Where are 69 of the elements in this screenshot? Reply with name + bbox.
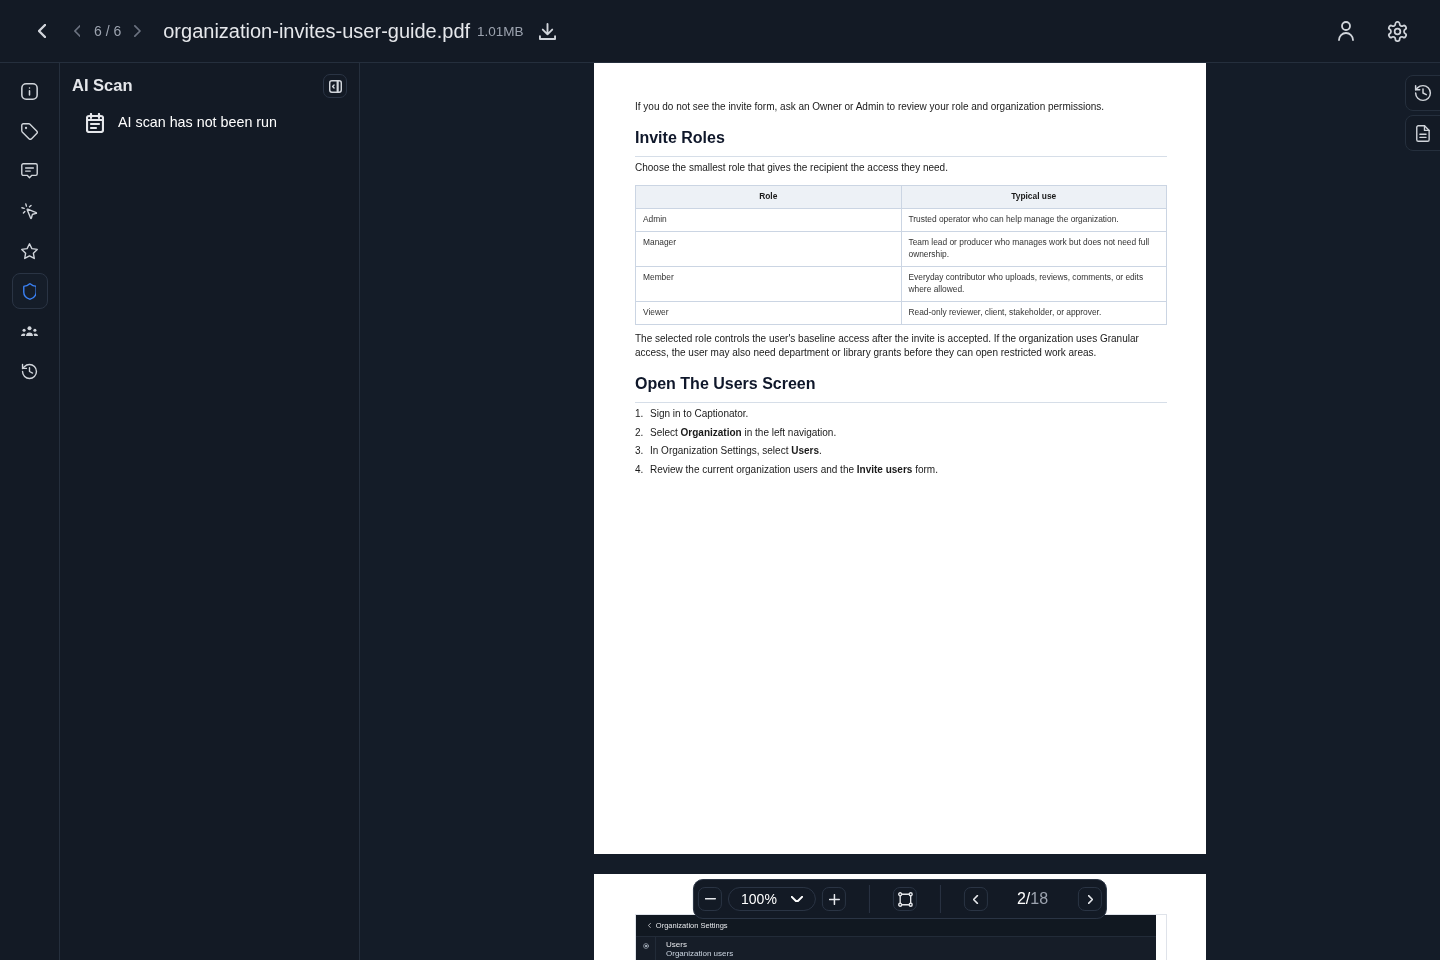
settings-button[interactable]: [1387, 20, 1408, 42]
list-number: 1.: [635, 407, 645, 421]
table-cell: Viewer: [635, 301, 901, 325]
table-cell: Read-only reviewer, client, stakeholder, or approver.: [901, 301, 1167, 325]
zoom-out-button[interactable]: [697, 887, 722, 911]
panel-title: AI Scan: [72, 76, 133, 96]
tag-icon: [21, 122, 38, 140]
previous-page-button[interactable]: [963, 887, 988, 911]
list-number: 4.: [635, 462, 645, 477]
history-icon: [1414, 84, 1432, 102]
list-item-text: Sign in to Captionator.: [650, 407, 749, 421]
scan-status: AI scan has not been run: [118, 113, 277, 132]
history-icon: [21, 362, 38, 380]
list-number: 2.: [635, 425, 645, 440]
list-item-text: In Organization Settings, select Users.: [650, 444, 822, 458]
ring-icon: [642, 943, 649, 949]
document-icon: [1416, 124, 1430, 142]
download-icon: [539, 22, 557, 40]
list-item-text: Select Organization in the left navigation.: [650, 425, 837, 440]
table-cell: Trusted operator who can help manage the organization.: [901, 208, 1167, 232]
chevron-left-icon: [648, 923, 651, 928]
chevron-right-icon: [1087, 894, 1093, 904]
file-name: organization-invites-user-guide.pdf: [163, 19, 471, 44]
next-page-button[interactable]: [1078, 887, 1103, 911]
info-icon: [21, 82, 38, 100]
zoom-level-dropdown[interactable]: 100%: [727, 887, 816, 911]
comment-icon: [21, 163, 38, 179]
table-cell: Manager: [635, 231, 901, 267]
chevron-left-icon: [973, 894, 979, 904]
table-cell: Member: [635, 266, 901, 302]
table-header-cell: Role: [635, 185, 901, 209]
account-button[interactable]: [1337, 21, 1355, 41]
chevron-left-icon: [73, 25, 81, 37]
settings-icon: [1387, 20, 1408, 42]
file-size: 1.01MB: [477, 23, 524, 42]
paragraph-text: Choose the smallest role that gives the recipient the access they need.: [635, 161, 949, 175]
shield-icon: [22, 282, 37, 300]
screenshot-subheading: Organization users: [666, 949, 734, 958]
table-cell: Admin: [635, 208, 901, 232]
table-cell: Team lead or producer who manages work but does not need full ownership.: [901, 231, 1167, 267]
zoom-in-button[interactable]: [821, 887, 846, 911]
minus-icon: [704, 898, 716, 900]
fit-page-button[interactable]: [892, 887, 917, 911]
list-item-text: Review the current organization users and the Invite users form.: [650, 462, 938, 477]
chevron-down-icon: [790, 895, 803, 903]
table-header-cell: Typical use: [901, 185, 1167, 209]
user-icon: [1337, 21, 1355, 41]
paragraph-text: If you do not see the invite form, ask an Owner or Admin to review your role and organization permissions.: [635, 100, 1106, 114]
page-indicator: 2/18: [1016, 889, 1049, 909]
panel-collapse-icon: [328, 79, 342, 93]
version-history-tab[interactable]: [1405, 75, 1440, 111]
chevron-left-icon: [38, 24, 46, 38]
notes-icon: [86, 112, 104, 133]
screenshot-heading: Users: [666, 940, 688, 949]
pointer-click-icon: [21, 202, 38, 220]
people-icon: [21, 325, 38, 337]
plus-icon: [828, 893, 840, 905]
collapse-panel-button[interactable]: [323, 74, 347, 98]
file-position: 6 / 6: [94, 21, 122, 41]
section-heading: Invite Roles: [635, 128, 725, 148]
chevron-right-icon: [133, 25, 141, 37]
list-number: 3.: [635, 444, 645, 458]
section-heading: Open The Users Screen: [635, 374, 816, 394]
star-icon: [21, 242, 38, 260]
scan-tab[interactable]: [11, 273, 48, 309]
paragraph-text: The selected role controls the user's baseline access after the invite is accepted. If the organization uses Granular access, the user may also need department or library grants before they can open restricted work areas.: [635, 332, 1140, 360]
frame-icon: [897, 891, 913, 907]
document-tab[interactable]: [1405, 115, 1440, 151]
table-cell: Everyday contributor who uploads, reviews, comments, or edits where allowed.: [901, 266, 1167, 302]
